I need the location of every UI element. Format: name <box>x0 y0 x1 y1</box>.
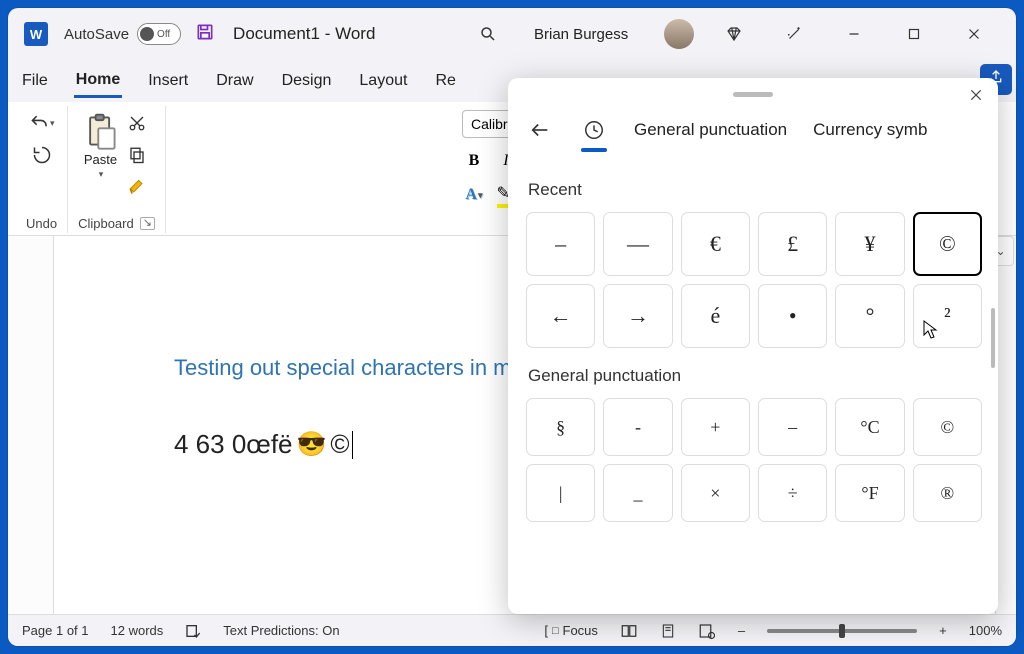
web-layout-icon[interactable] <box>698 622 716 640</box>
status-bar: Page 1 of 1 12 words Text Predictions: O… <box>8 614 1016 646</box>
tab-file[interactable]: File <box>20 66 50 96</box>
read-mode-icon[interactable] <box>620 622 638 640</box>
paste-button[interactable]: Paste ▾ <box>84 110 118 180</box>
panel-scrollbar[interactable] <box>991 308 995 368</box>
zoom-in-button[interactable]: + <box>939 623 947 638</box>
symbol-degree[interactable]: ° <box>835 284 904 348</box>
repeat-button[interactable] <box>29 142 55 168</box>
minimize-button[interactable] <box>834 14 874 54</box>
diamond-icon[interactable] <box>714 14 754 54</box>
tab-draw[interactable]: Draw <box>214 66 255 96</box>
symbol-yen[interactable]: ¥ <box>835 212 904 276</box>
magic-wand-icon[interactable] <box>774 14 814 54</box>
symbol-copyright2[interactable]: © <box>913 398 982 456</box>
status-predictions[interactable]: Text Predictions: On <box>223 623 339 638</box>
panel-back-button[interactable] <box>526 116 554 144</box>
maximize-button[interactable] <box>894 14 934 54</box>
symbol-multiply[interactable]: × <box>681 464 750 522</box>
symbol-super2[interactable]: ² <box>913 284 982 348</box>
symbol-divide[interactable]: ÷ <box>758 464 827 522</box>
print-layout-icon[interactable] <box>660 623 676 639</box>
panel-close-button[interactable] <box>964 83 988 107</box>
zoom-slider[interactable] <box>767 629 917 633</box>
group-clipboard: Paste ▾ Clipboard↘ <box>68 106 166 233</box>
text-effects-button[interactable]: A▾ <box>462 184 486 206</box>
section-title-recent: Recent <box>528 180 982 200</box>
symbol-em-dash[interactable]: — <box>603 212 672 276</box>
panel-grip[interactable] <box>733 92 773 97</box>
tab-home[interactable]: Home <box>74 65 122 98</box>
zoom-thumb[interactable] <box>839 624 845 638</box>
paste-label: Paste <box>84 152 117 167</box>
save-icon[interactable] <box>195 22 215 47</box>
symbol-celsius[interactable]: °C <box>835 398 904 456</box>
copy-button[interactable] <box>124 142 150 168</box>
symbol-fahrenheit[interactable]: °F <box>835 464 904 522</box>
cut-button[interactable] <box>124 110 150 136</box>
bold-button[interactable]: B <box>462 150 486 172</box>
section-title-general: General punctuation <box>528 366 982 386</box>
search-icon[interactable] <box>468 14 508 54</box>
autosave-toggle[interactable]: Off <box>137 23 181 45</box>
autosave-label: AutoSave <box>64 26 129 43</box>
symbol-registered[interactable]: ® <box>913 464 982 522</box>
panel-tab-general[interactable]: General punctuation <box>634 116 787 144</box>
undo-button[interactable]: ▾ <box>29 110 55 136</box>
emoji-sunglasses-icon: 😎 <box>297 430 327 459</box>
symbol-pound[interactable]: £ <box>758 212 827 276</box>
panel-nav: General punctuation Currency symb <box>508 110 998 154</box>
format-painter-button[interactable] <box>124 174 150 200</box>
tab-design[interactable]: Design <box>280 66 334 96</box>
panel-tab-currency[interactable]: Currency symb <box>813 116 927 144</box>
word-app-icon: W <box>24 22 48 46</box>
status-page[interactable]: Page 1 of 1 <box>22 623 89 638</box>
autosave-control[interactable]: AutoSave Off <box>64 23 181 45</box>
symbol-section[interactable]: § <box>526 398 595 456</box>
tab-layout[interactable]: Layout <box>357 66 409 96</box>
close-button[interactable] <box>954 14 994 54</box>
symbol-arrow-right[interactable]: → <box>603 284 672 348</box>
symbol-panel: General punctuation Currency symb Recent… <box>508 78 998 614</box>
clipboard-launcher-icon[interactable]: ↘ <box>140 217 155 230</box>
toggle-knob <box>140 27 154 41</box>
user-name[interactable]: Brian Burgess <box>534 26 628 43</box>
focus-mode-button[interactable]: [□ Focus <box>544 623 598 638</box>
panel-tab-recent[interactable] <box>580 116 608 144</box>
zoom-value[interactable]: 100% <box>969 623 1002 638</box>
general-grid: § - + – °C © | _ × ÷ °F ® <box>526 398 982 522</box>
zoom-out-button[interactable]: – <box>738 623 745 638</box>
symbol-bullet[interactable]: • <box>758 284 827 348</box>
status-words[interactable]: 12 words <box>111 623 164 638</box>
toggle-off-label: Off <box>157 29 170 40</box>
titlebar: W AutoSave Off Document1 - Word Brian Bu… <box>8 8 1016 60</box>
panel-grip-area[interactable] <box>508 78 998 110</box>
symbol-hyphen[interactable]: - <box>603 398 672 456</box>
symbol-arrow-left[interactable]: ← <box>526 284 595 348</box>
group-label-undo: Undo <box>26 213 57 231</box>
group-undo: ▾ Undo <box>16 106 68 233</box>
status-spellcheck-icon[interactable] <box>185 623 201 639</box>
symbol-en-dash[interactable]: – <box>526 212 595 276</box>
text-cursor <box>352 431 353 459</box>
symbol-e-acute[interactable]: é <box>681 284 750 348</box>
document-title[interactable]: Document1 - Word <box>233 24 375 44</box>
symbol-minus[interactable]: – <box>758 398 827 456</box>
tab-insert[interactable]: Insert <box>146 66 190 96</box>
symbol-pipe[interactable]: | <box>526 464 595 522</box>
symbol-copyright[interactable]: © <box>913 212 982 276</box>
recent-grid: – — € £ ¥ © ← → é • ° ² <box>526 212 982 348</box>
symbol-underscore[interactable]: _ <box>603 464 672 522</box>
symbol-plus[interactable]: + <box>681 398 750 456</box>
tab-references[interactable]: Re <box>433 66 457 96</box>
group-label-clipboard: Clipboard↘ <box>78 213 155 231</box>
panel-body: Recent – — € £ ¥ © ← → é • ° ² General p… <box>508 154 998 614</box>
symbol-euro[interactable]: € <box>681 212 750 276</box>
avatar[interactable] <box>664 19 694 49</box>
